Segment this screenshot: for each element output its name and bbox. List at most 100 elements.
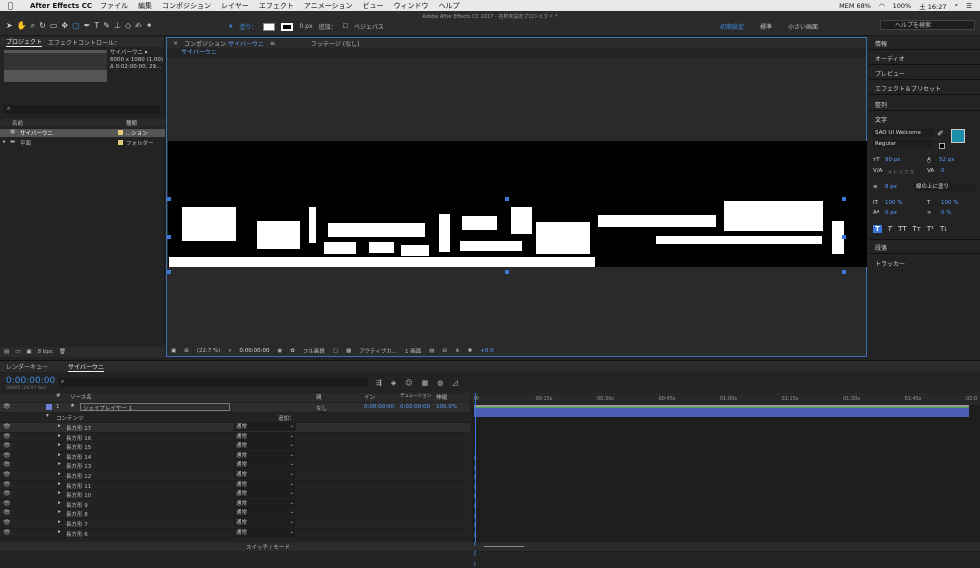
workspace-default[interactable]: 初期設定 <box>720 22 744 31</box>
flowchart-icon[interactable]: ⋔ <box>455 348 460 354</box>
visibility-icon[interactable]: 👁 <box>3 403 11 410</box>
menu-file[interactable]: ファイル <box>100 1 128 11</box>
visibility-icon[interactable]: 👁 <box>3 481 11 488</box>
menu-view[interactable]: ビュー <box>363 1 384 11</box>
shape-name[interactable]: 長方形 13 <box>66 462 91 470</box>
app-menu[interactable]: After Effects CC <box>30 2 92 10</box>
camera-tool-icon[interactable]: ▭ <box>50 21 58 31</box>
transform-handle[interactable] <box>842 235 846 239</box>
shape-name[interactable]: 長方形 10 <box>66 491 91 499</box>
zoom-slider[interactable] <box>484 546 524 547</box>
keyframe-marker[interactable]: I <box>474 465 476 472</box>
comp-navigator[interactable]: サイバーウニ <box>167 48 866 58</box>
quality-select[interactable]: フル画質 <box>303 347 325 355</box>
pan-tool-icon[interactable]: ✥ <box>61 21 68 31</box>
shape-rectangle[interactable] <box>324 242 356 254</box>
chevron-right-icon[interactable]: ▸ <box>58 509 61 515</box>
fit-icon[interactable]: ⌕ <box>228 348 231 355</box>
time-ruler[interactable]: 0f 00:15s 00:30s 00:45s 01:00s 01:15s 01:30s 01… <box>472 393 980 405</box>
timeline-search-input[interactable]: ⌕ <box>58 378 368 387</box>
tab-footage[interactable]: フッテージ (なし) <box>311 39 359 48</box>
col-in[interactable]: イン <box>364 393 375 401</box>
stroke-swatch[interactable] <box>281 22 294 31</box>
frame-blend-icon[interactable]: ▦ <box>422 379 429 387</box>
blend-mode-select[interactable]: 通常 <box>234 489 296 499</box>
col-name[interactable]: 名前 <box>12 119 23 127</box>
blend-mode-select[interactable]: 通常 <box>234 480 296 489</box>
timeline-graph[interactable]: 0f 00:15s 00:30s 00:45s 01:00s 01:15s 01:30s 01… <box>472 393 980 552</box>
zoom-tool-icon[interactable]: ⌕ <box>31 21 35 31</box>
composition-flow-icon[interactable]: ⇶ <box>376 379 382 387</box>
kerning-value[interactable]: メトリクス <box>887 168 914 176</box>
font-style-select[interactable]: Regular <box>873 140 933 148</box>
rotate-tool-icon[interactable]: ↻ <box>39 21 46 31</box>
leading-value[interactable]: 52 px <box>939 157 955 163</box>
transform-handle[interactable] <box>167 197 171 201</box>
layer-duration-bar[interactable] <box>474 408 969 417</box>
type-tool-icon[interactable]: T <box>94 21 99 31</box>
shape-name[interactable]: 長方形 7 <box>66 520 88 528</box>
bpc-label[interactable]: 8 bpc <box>38 349 53 355</box>
menu-effect[interactable]: エフェクト <box>259 1 294 11</box>
shape-name[interactable]: 長方形 12 <box>66 472 91 480</box>
panel-info[interactable]: 情報 <box>875 39 887 48</box>
transparency-icon[interactable]: ▦ <box>346 348 351 354</box>
list-item[interactable]: ▣ サイバーウニ ...ション <box>0 129 165 137</box>
table-row[interactable]: 👁 ▸ 長方形 6 通常 <box>0 528 470 539</box>
shape-name[interactable]: 長方形 6 <box>66 530 88 538</box>
keyframe-marker[interactable]: I <box>474 522 476 529</box>
tab-composition[interactable]: サイバーウニ <box>228 39 264 48</box>
comp-canvas[interactable] <box>167 141 867 274</box>
shape-rectangle[interactable] <box>462 216 497 230</box>
tsume-value[interactable]: 0 % <box>941 210 951 216</box>
battery-status[interactable]: 100% <box>893 2 912 10</box>
region-icon[interactable]: ▢ <box>333 348 338 354</box>
tab-project[interactable]: プロジェクト <box>6 37 43 47</box>
shape-name[interactable]: 長方形 11 <box>66 482 91 490</box>
eyedropper-icon[interactable]: ✐ <box>937 129 944 138</box>
layer-in[interactable]: 0:00:00:00 <box>364 404 394 410</box>
blend-mode-select[interactable]: 通常 <box>234 441 296 451</box>
eraser-tool-icon[interactable]: ◇ <box>125 21 131 31</box>
chevron-right-icon[interactable]: ▸ <box>58 519 61 525</box>
blend-mode-select[interactable]: 通常 <box>234 460 296 470</box>
brush-tool-icon[interactable]: ✎ <box>103 21 110 31</box>
panel-audio[interactable]: オーディオ <box>875 54 905 63</box>
zoom-select[interactable]: (22.7 %) <box>197 348 221 354</box>
blend-mode-select[interactable]: 通常 <box>234 422 296 431</box>
shape-name[interactable]: 長方形 9 <box>66 501 88 509</box>
visibility-icon[interactable]: 👁 <box>3 509 11 516</box>
shape-name[interactable]: 長方形 8 <box>66 510 88 518</box>
shape-name[interactable]: 長方形 17 <box>66 424 91 432</box>
small-caps-button[interactable]: Tт <box>913 225 921 233</box>
switch-mode-toggle[interactable]: スイッチ / モード <box>246 543 290 551</box>
transform-handle[interactable] <box>167 235 171 239</box>
bezier-checkbox[interactable]: ☐ <box>343 23 348 30</box>
workspace-standard[interactable]: 標準 <box>760 22 772 31</box>
table-row[interactable]: 👁 ▸ 長方形 14 通常 <box>0 451 470 462</box>
table-row[interactable]: 👁 ▸ 長方形 11 通常 <box>0 480 470 491</box>
layout-icon[interactable]: ▤ <box>429 348 434 354</box>
keyframe-marker[interactable]: I <box>474 484 476 491</box>
shape-rectangle[interactable] <box>656 236 822 244</box>
col-type[interactable]: 種類 <box>126 119 137 127</box>
always-preview-icon[interactable]: ▣ <box>171 348 176 354</box>
layer-duration[interactable]: 0:02:00:00 <box>400 404 430 410</box>
shape-rectangle[interactable] <box>369 242 394 253</box>
keyframe-marker[interactable]: I <box>474 493 476 500</box>
shape-rectangle[interactable] <box>169 257 595 267</box>
faux-italic-button[interactable]: T <box>888 225 892 233</box>
blend-mode-select[interactable]: 通常 <box>234 451 296 460</box>
add-shape-menu[interactable]: 追加： <box>278 414 295 422</box>
selection-tool-icon[interactable]: ➤ <box>6 21 13 31</box>
shape-rectangle[interactable] <box>328 223 425 237</box>
exposure-icon[interactable]: ✺ <box>468 348 473 354</box>
add-label[interactable]: 追加： <box>319 22 337 31</box>
apple-icon[interactable]:  <box>8 1 18 10</box>
shy-icon[interactable]: ☺ <box>405 379 412 387</box>
blend-mode-select[interactable]: 通常 <box>234 518 296 527</box>
blend-mode-select[interactable]: 通常 <box>234 470 296 479</box>
blend-mode-select[interactable]: 通常 <box>234 528 296 537</box>
list-item[interactable]: ▸ ▬ 平面 フォルダー <box>0 139 165 147</box>
all-caps-button[interactable]: TT <box>898 225 906 233</box>
